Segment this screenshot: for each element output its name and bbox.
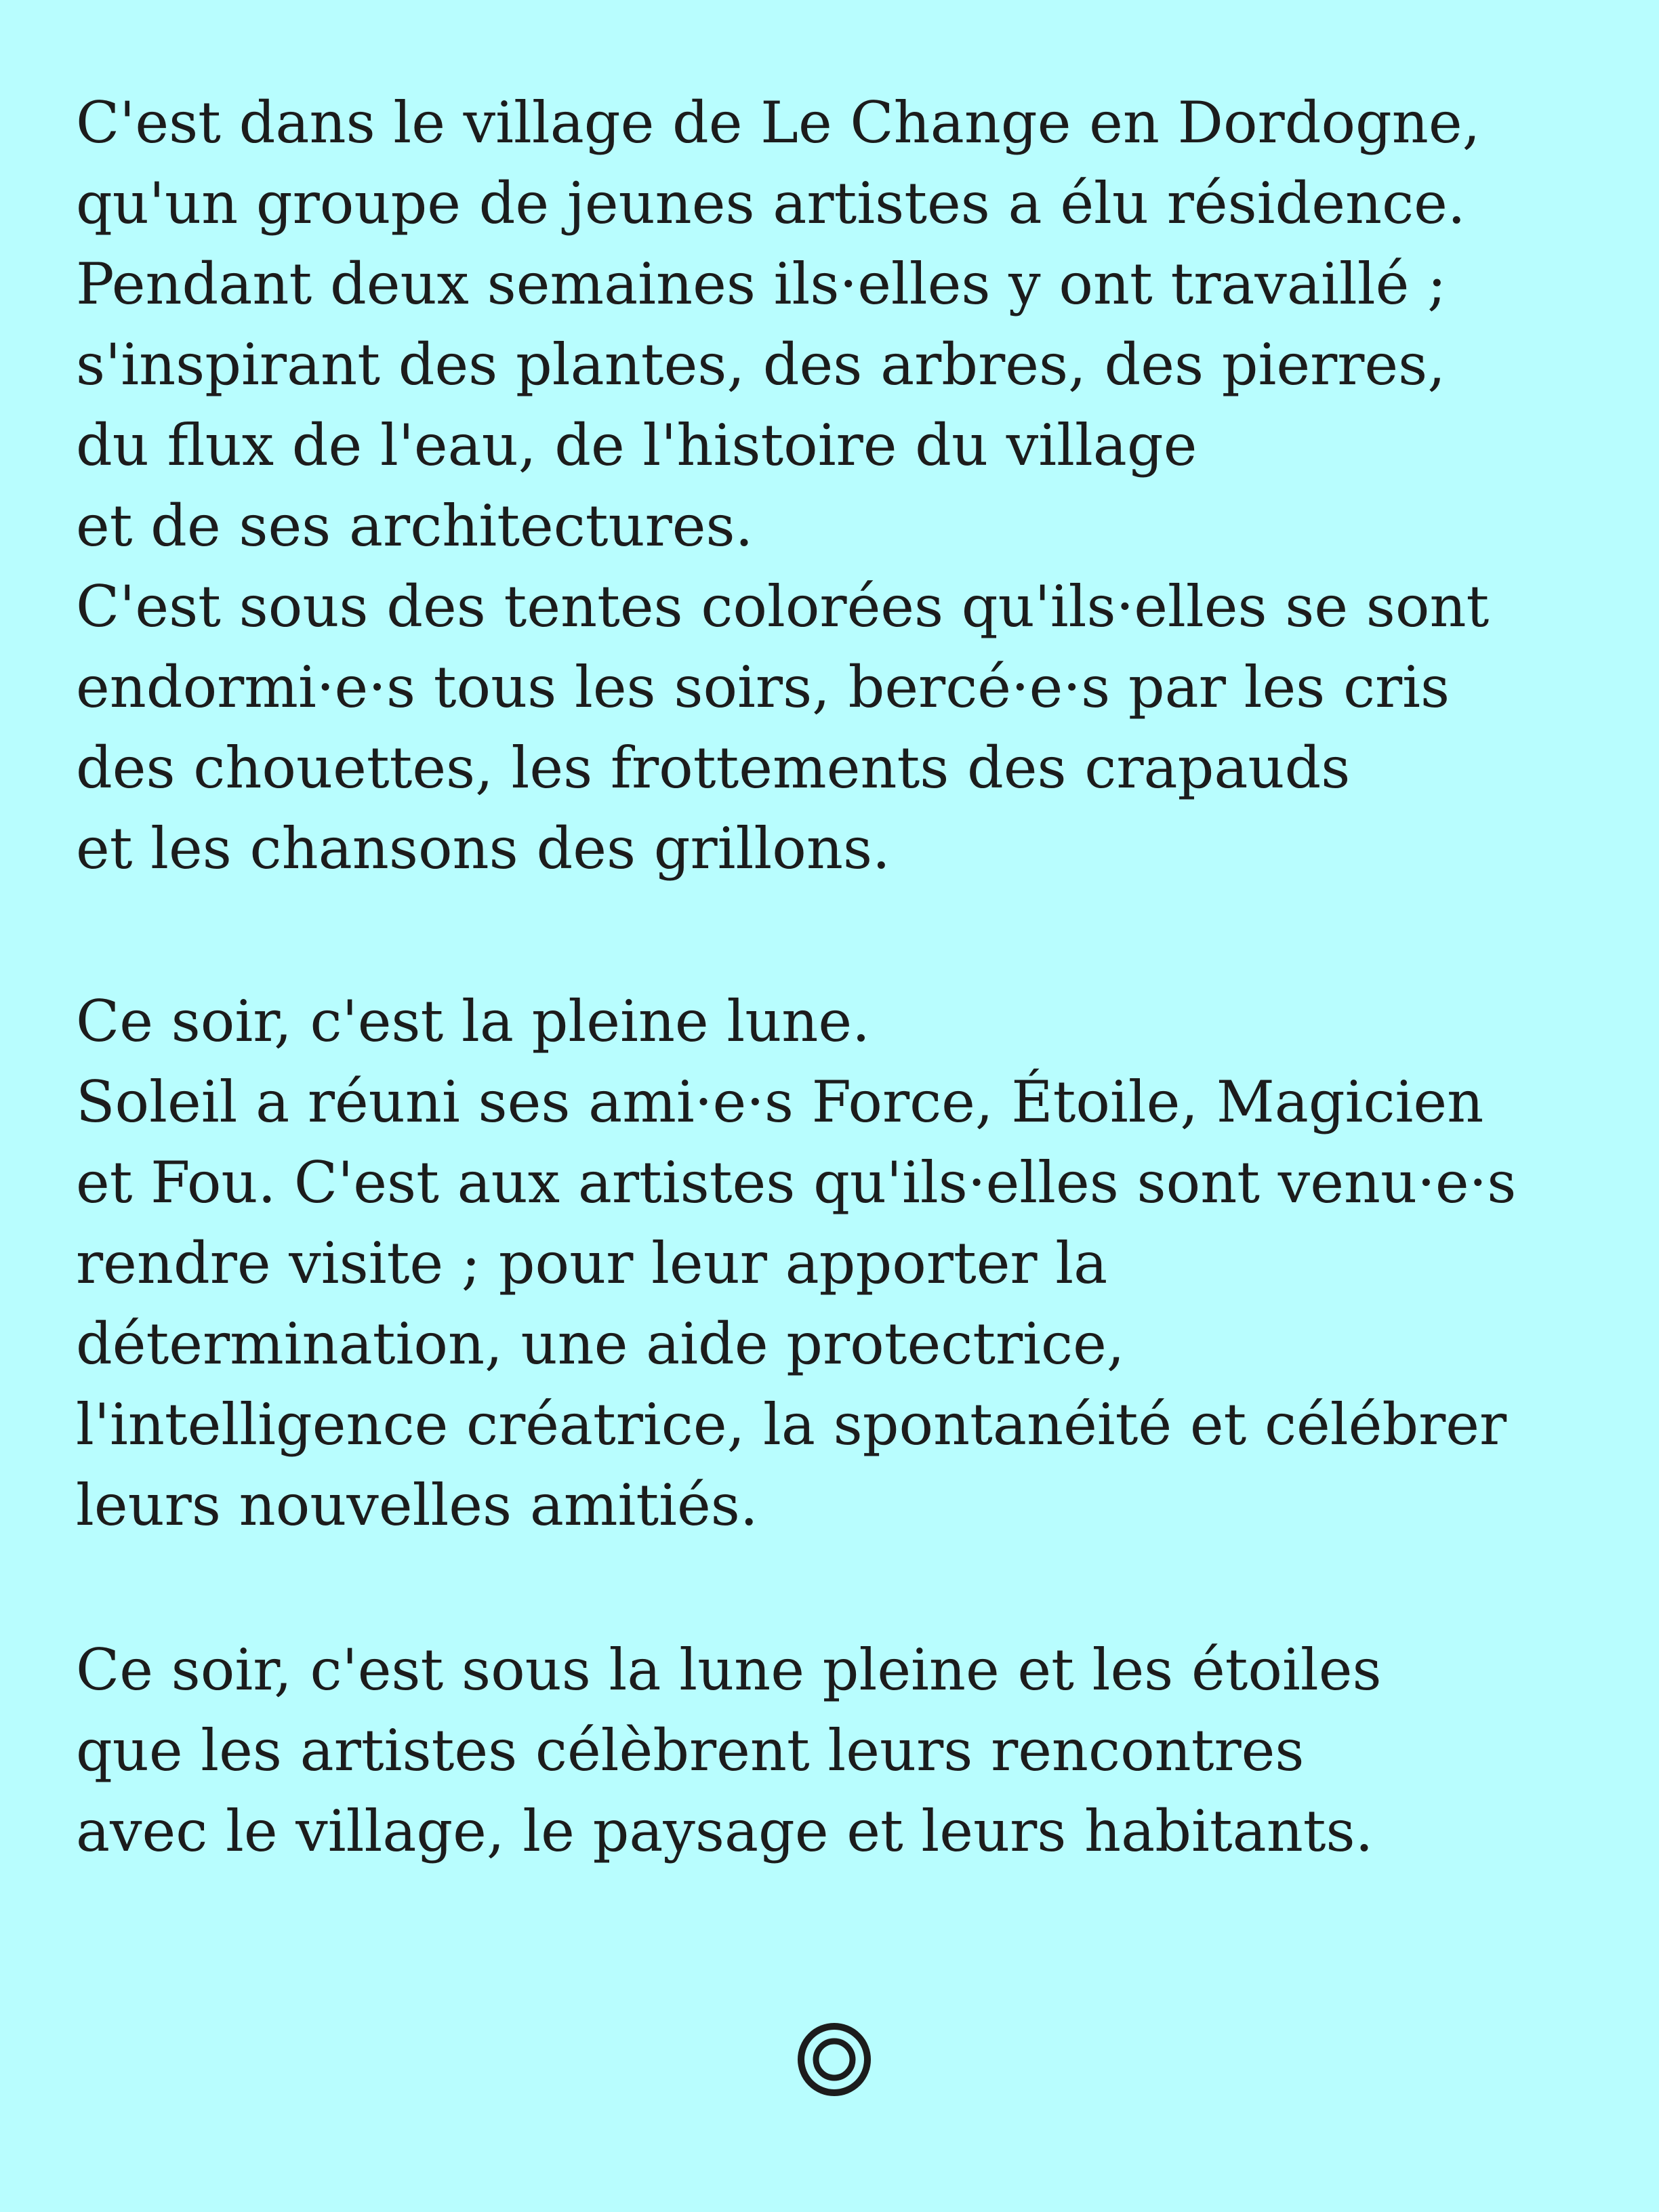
text-line: Pendant deux semaines ils·elles y ont tr… (76, 251, 1447, 317)
paragraph-2: Ce soir, c'est la pleine lune. Soleil a … (76, 981, 1607, 1546)
double-circle-icon (798, 2023, 871, 2096)
text-line: leurs nouvelles amitiés. (76, 1472, 758, 1538)
text-line: des chouettes, les frottements des crapa… (76, 735, 1351, 801)
text-line: C'est dans le village de Le Change en Do… (76, 89, 1481, 156)
text-line: C'est sous des tentes colorées qu'ils·el… (76, 573, 1490, 640)
text-line: Ce soir, c'est la pleine lune. (76, 988, 870, 1054)
text-line: du flux de l'eau, de l'histoire du villa… (76, 412, 1197, 478)
text-line: avec le village, le paysage et leurs hab… (76, 1798, 1374, 1864)
text-line: et Fou. C'est aux artistes qu'ils·elles … (76, 1149, 1517, 1216)
text-line: et les chansons des grillons. (76, 815, 890, 882)
text-line: Soleil a réuni ses ami·e·s Force, Étoile… (76, 1069, 1484, 1135)
text-line: l'intelligence créatrice, la spontanéité… (76, 1391, 1507, 1458)
text-line: Ce soir, c'est sous la lune pleine et le… (76, 1637, 1382, 1703)
text-line: s'inspirant des plantes, des arbres, des… (76, 331, 1446, 398)
text-line: endormi·e·s tous les soirs, bercé·e·s pa… (76, 654, 1450, 720)
paragraph-1: C'est dans le village de Le Change en Do… (76, 83, 1607, 889)
text-line: qu'un groupe de jeunes artistes a élu ré… (76, 170, 1466, 237)
paragraph-3: Ce soir, c'est sous la lune pleine et le… (76, 1630, 1607, 1872)
text-line: que les artistes célèbrent leurs rencont… (76, 1717, 1305, 1784)
page: C'est dans le village de Le Change en Do… (0, 0, 1659, 2212)
text-line: rendre visite ; pour leur apporter la (76, 1230, 1108, 1296)
text-line: et de ses architectures. (76, 493, 754, 559)
text-line: détermination, une aide protectrice, (76, 1311, 1125, 1377)
